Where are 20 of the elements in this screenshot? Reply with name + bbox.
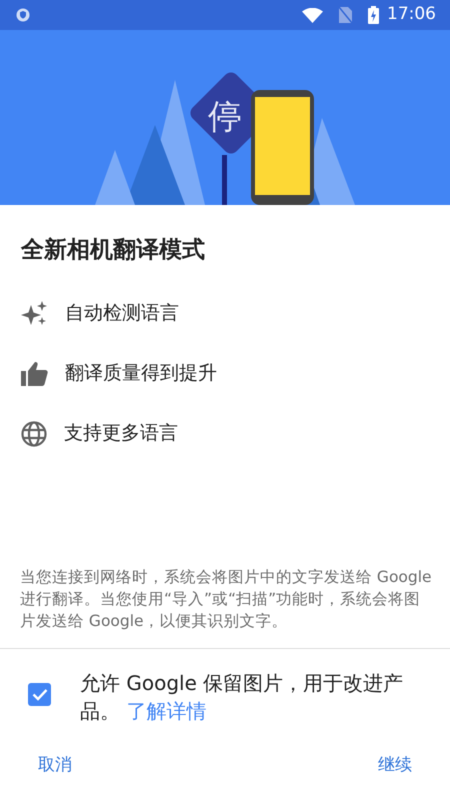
disclaimer-text: 当您连接到网络时，系统会将图片中的文字发送给 Google 进行翻译。当您使用“导入”或“扫描”功能时，系统会将图片发送给 Google，以便其识别文字。 bbox=[19, 566, 433, 632]
cancel-button[interactable]: 取消 bbox=[18, 744, 92, 786]
feature-text: 支持更多语言 bbox=[64, 421, 178, 446]
feature-text: 自动检测语言 bbox=[65, 301, 179, 326]
time-text: 17:06 bbox=[387, 3, 436, 26]
continue-button[interactable]: 继续 bbox=[358, 744, 432, 786]
checkmark-icon bbox=[32, 688, 48, 700]
wifi-icon bbox=[302, 8, 323, 22]
no-sim-icon bbox=[339, 7, 352, 23]
shield-icon bbox=[16, 8, 30, 22]
checkbox[interactable] bbox=[28, 682, 51, 706]
battery-charging-icon bbox=[368, 6, 379, 24]
thumbs-up-icon bbox=[21, 361, 48, 386]
title-text: 全新相机翻译模式 bbox=[21, 236, 206, 265]
consent-text: 允许 Google 保留图片，用于改进产品。 了解详情 bbox=[80, 670, 404, 724]
sign-text: 停 bbox=[208, 97, 242, 137]
globe-icon bbox=[21, 420, 47, 446]
learn-more-link[interactable]: 了解详情 bbox=[126, 698, 206, 722]
feature-text: 翻译质量得到提升 bbox=[65, 361, 217, 386]
sparkle-icon bbox=[21, 300, 48, 326]
